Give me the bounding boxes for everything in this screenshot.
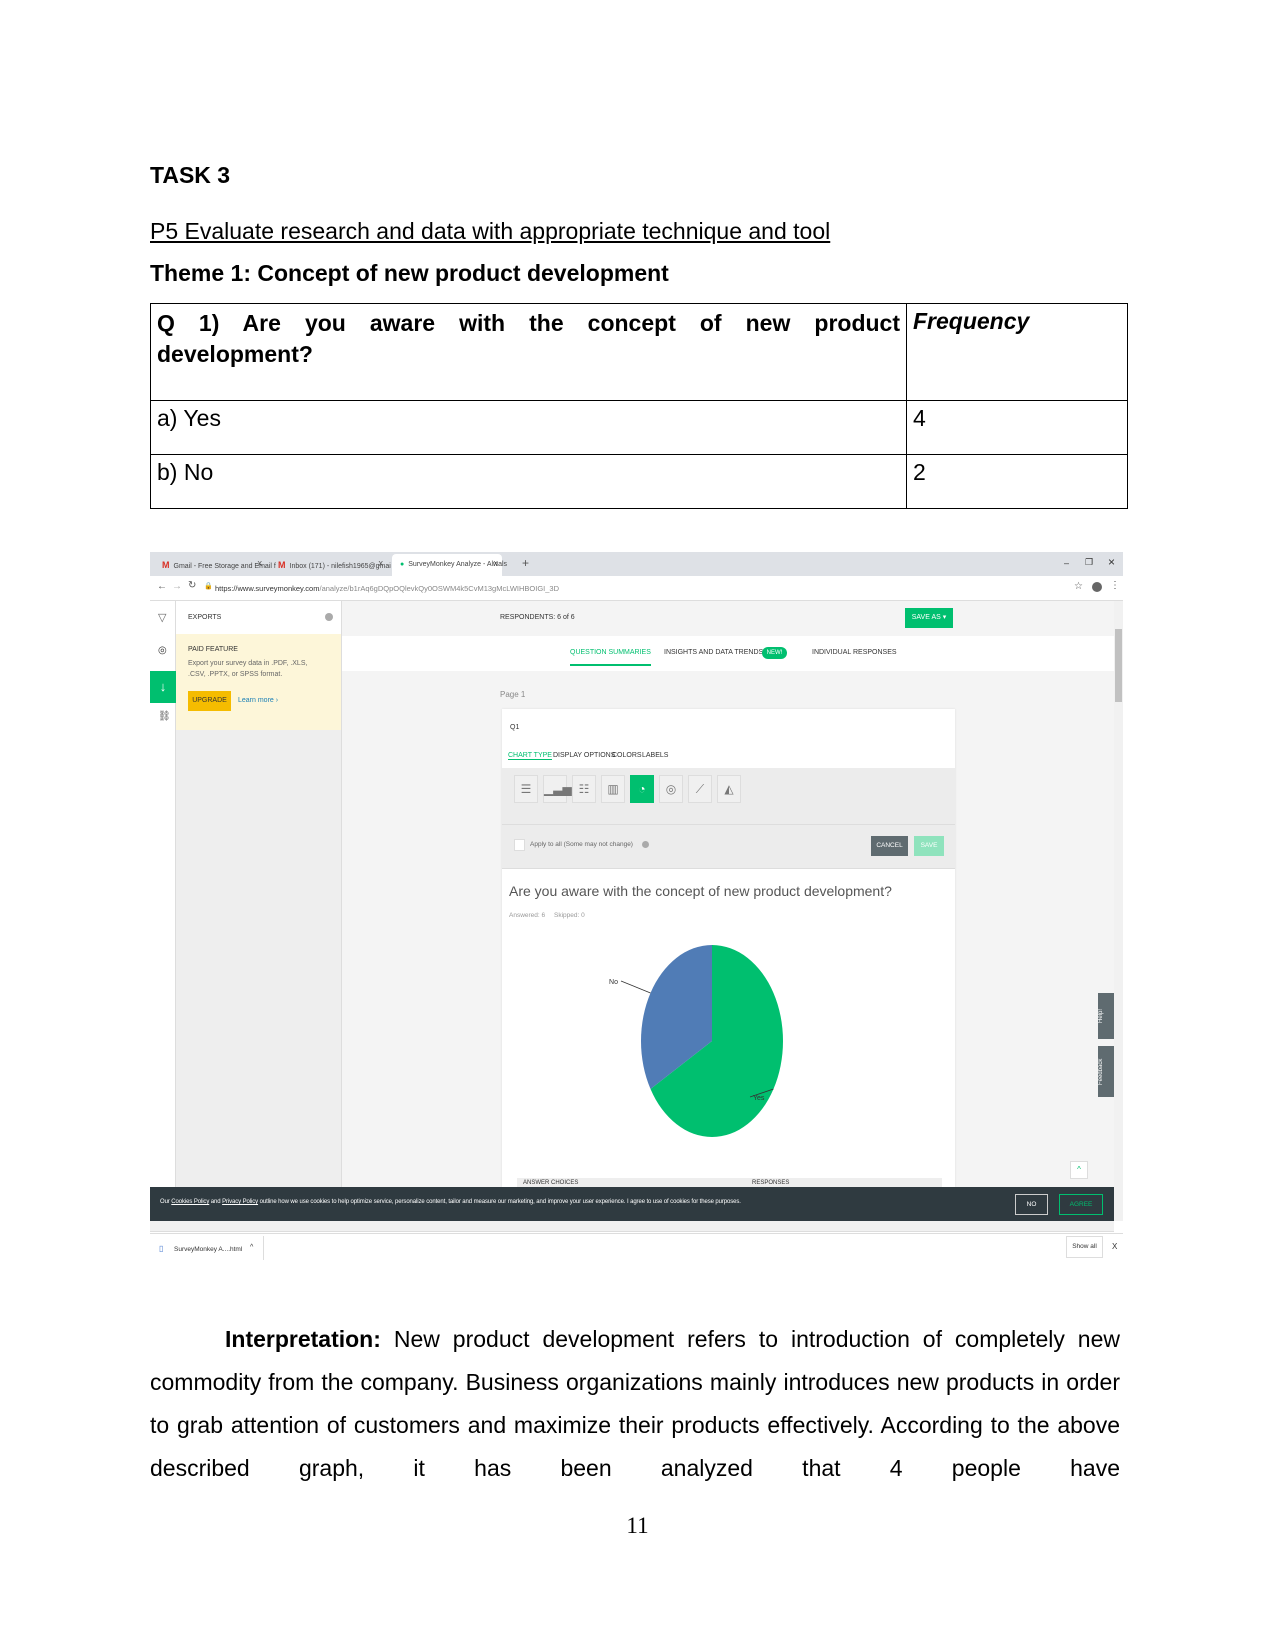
horizontal-scrollbar[interactable] [150, 1221, 1114, 1232]
minimize-button[interactable]: – [1064, 558, 1069, 568]
interpretation-label: Interpretation: [225, 1326, 381, 1352]
table-header-row: Q 1) Are you aware with the concept of n… [150, 303, 1128, 401]
frequency-table: Q 1) Are you aware with the concept of n… [150, 303, 1128, 509]
chevron-up-icon[interactable]: ^ [250, 1244, 253, 1251]
exports-label: EXPORTS [188, 614, 222, 621]
browser-tab[interactable]: M Gmail - Free Storage and Email fX [154, 554, 276, 576]
tab-label: Inbox (171) - nilefish1965@gmai [289, 563, 391, 570]
feedback-tab[interactable]: Feedback [1098, 1046, 1114, 1097]
frequency-cell: 4 [906, 400, 1128, 455]
question-cell: Q 1) Are you aware with the concept of n… [150, 303, 907, 401]
tab-close-icon[interactable]: X [257, 554, 262, 576]
frequency-cell: 2 [906, 454, 1128, 509]
option-cell: b) No [150, 454, 907, 509]
learn-more-link[interactable]: Learn more › [238, 697, 278, 704]
surveymonkey-screenshot: M Gmail - Free Storage and Email fX M Inbo… [150, 552, 1123, 1268]
url-field[interactable]: https://www.surveymonkey.com/analyze/b1r… [215, 581, 1015, 596]
cookies-policy-link[interactable]: Cookies Policy [171, 1199, 209, 1205]
close-download-bar[interactable]: X [1112, 1242, 1117, 1251]
scrollbar-thumb[interactable] [1115, 629, 1122, 702]
lock-icon: 🔒 [204, 583, 213, 590]
cookie-no-button[interactable]: NO [1015, 1194, 1048, 1215]
new-badge: NEW! [762, 647, 787, 659]
pie-chart: Yes No [609, 945, 783, 1137]
help-tab[interactable]: Help! [1098, 993, 1114, 1039]
analyze-tabs: QUESTION SUMMARIES INSIGHTS AND DATA TRE… [342, 636, 1114, 671]
paid-feature-description: Export your survey data in .PDF, .XLS, .… [188, 660, 308, 678]
table-row: b) No 2 [150, 454, 1128, 509]
scroll-top-button[interactable]: ^ [1070, 1161, 1088, 1179]
table-row: a) Yes 4 [150, 400, 1128, 455]
restore-button[interactable]: ❐ [1085, 557, 1093, 568]
option-cell: a) Yes [150, 400, 907, 455]
frequency-header: Frequency [906, 303, 1128, 401]
address-bar: ← → ↻ 🔒 https://www.surveymonkey.com/ana… [150, 576, 1123, 601]
cookie-agree-button[interactable]: AGREE [1059, 1194, 1103, 1215]
answer-choices-header[interactable]: ANSWER CHOICES [523, 1180, 578, 1186]
pie-leader-line [620, 980, 651, 994]
file-icon: ▯ [159, 1244, 164, 1253]
cookie-text: Our Cookies Policy and Privacy Policy ou… [160, 1199, 741, 1205]
menu-icon[interactable]: ⋮ [1110, 580, 1120, 591]
page-number: 11 [626, 1513, 649, 1538]
paid-feature-label: PAID FEATURE [188, 646, 238, 653]
filter-icon[interactable]: ▽ [158, 611, 166, 624]
compare-icon[interactable]: ◎ [158, 645, 167, 656]
tab-question-summaries[interactable]: QUESTION SUMMARIES [570, 649, 651, 666]
pie-label: Yes [753, 1095, 765, 1102]
forward-icon[interactable]: → [172, 581, 182, 592]
tab-close-icon[interactable]: X [493, 554, 498, 576]
show-all-button[interactable]: Show all [1066, 1236, 1103, 1258]
question-card: Q1 CHART TYPE DISPLAY OPTIONS COLORS LAB… [502, 709, 955, 1190]
privacy-policy-link[interactable]: Privacy Policy [222, 1199, 258, 1205]
theme-heading: Theme 1: Concept of new product developm… [150, 260, 669, 286]
reload-icon[interactable]: ↻ [188, 580, 196, 591]
extension-icon[interactable] [1092, 582, 1102, 592]
info-icon[interactable] [325, 613, 333, 621]
paid-feature-box: PAID FEATURE Export your survey data in … [176, 634, 341, 730]
link-icon[interactable]: ⛓ [158, 711, 171, 722]
tab-close-icon[interactable]: X [378, 554, 383, 576]
tab-insights[interactable]: INSIGHTS AND DATA TRENDS [664, 649, 763, 656]
browser-tab[interactable]: M Inbox (171) - nilefish1965@gmai X [270, 554, 391, 576]
back-icon[interactable]: ← [157, 581, 167, 592]
surveymonkey-icon: ● [400, 561, 405, 568]
star-icon[interactable]: ☆ [1074, 581, 1083, 592]
pie-label: No [609, 979, 618, 986]
interpretation-paragraph: Interpretation: New product development … [150, 1318, 1120, 1490]
download-bar: ▯ SurveyMonkey A....html ^ Show all X [150, 1233, 1123, 1268]
vertical-scrollbar[interactable] [1114, 601, 1123, 1221]
save-as-button[interactable]: SAVE AS ▾ [905, 608, 953, 628]
browser-tab-active[interactable]: ● SurveyMonkey Analyze - Alwals X [392, 554, 507, 576]
new-tab-button[interactable]: + [522, 556, 529, 570]
download-icon[interactable]: ↓ [150, 671, 176, 703]
criterion-heading: P5 Evaluate research and data with appro… [150, 218, 831, 244]
gmail-icon: M [278, 560, 286, 570]
page-label: Page 1 [500, 690, 526, 699]
tab-individual-responses[interactable]: INDIVIDUAL RESPONSES [812, 649, 897, 656]
gmail-icon: M [162, 560, 170, 570]
exports-sidebar: EXPORTS PAID FEATURE Export your survey … [176, 601, 342, 1187]
url-path: /analyze/b1rAq6gDQpOQlevkQy0OSWM4k5CvM13… [319, 584, 560, 593]
icon-rail: ▽ ◎ ↓ ⛓ [150, 601, 176, 1187]
respondents-count: RESPONDENTS: 6 of 6 [500, 614, 575, 621]
browser-tab-bar: M Gmail - Free Storage and Email fX M Inbo… [150, 552, 1123, 576]
task-heading: TASK 3 [150, 162, 231, 188]
close-window-button[interactable]: × [1108, 555, 1115, 569]
upgrade-button[interactable]: UPGRADE [188, 691, 231, 711]
responses-header[interactable]: RESPONSES [752, 1180, 789, 1186]
cookie-banner: Our Cookies Policy and Privacy Policy ou… [150, 1187, 1114, 1221]
tab-label: SurveyMonkey Analyze - Alwals [408, 561, 508, 568]
analyze-main: RESPONDENTS: 6 of 6 SAVE AS ▾ QUESTION S… [342, 601, 1114, 1190]
download-file-name[interactable]: SurveyMonkey A....html [174, 1246, 242, 1253]
url-host: https://www.surveymonkey.com [215, 584, 320, 593]
